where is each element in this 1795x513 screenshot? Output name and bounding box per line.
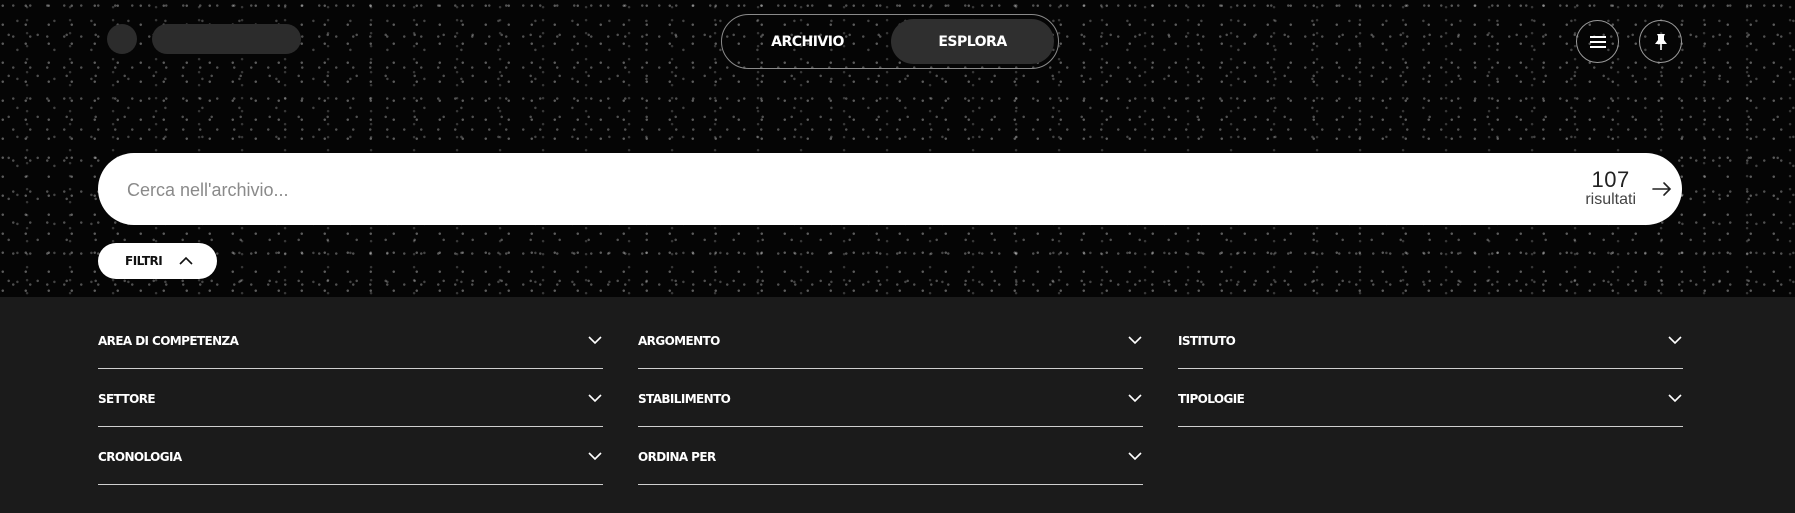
filter-stabilimento[interactable]: STABILIMENTO xyxy=(638,383,1143,427)
filter-cronologia[interactable]: CRONOLOGIA xyxy=(98,441,603,485)
filter-label: ISTITUTO xyxy=(1178,334,1236,348)
filter-tipologie[interactable]: TIPOLOGIE xyxy=(1178,383,1683,427)
filter-label: STABILIMENTO xyxy=(638,392,731,406)
filter-argomento[interactable]: ARGOMENTO xyxy=(638,325,1143,369)
filter-settore[interactable]: SETTORE xyxy=(98,383,603,427)
arrow-right-icon[interactable] xyxy=(1650,177,1674,201)
chevron-up-icon xyxy=(179,256,193,265)
filters-toggle-label: FILTRI xyxy=(125,254,163,268)
tab-archivio[interactable]: ARCHIVIO xyxy=(726,19,889,64)
chevron-down-icon xyxy=(588,452,602,461)
filter-label: SETTORE xyxy=(98,392,156,406)
filter-label: AREA DI COMPETENZA xyxy=(98,334,239,348)
result-count-number: 107 xyxy=(1591,167,1630,192)
logo-placeholder-circle xyxy=(107,24,137,54)
search-input[interactable] xyxy=(125,169,1569,211)
filter-istituto[interactable]: ISTITUTO xyxy=(1178,325,1683,369)
logo-placeholder-bar xyxy=(152,24,301,54)
chevron-down-icon xyxy=(588,394,602,403)
section-switcher: ARCHIVIO ESPLORA xyxy=(721,14,1059,69)
pin-icon xyxy=(1654,33,1667,50)
chevron-down-icon xyxy=(1128,452,1142,461)
chevron-down-icon xyxy=(588,336,602,345)
filter-label: CRONOLOGIA xyxy=(98,450,182,464)
filter-label: TIPOLOGIE xyxy=(1178,392,1245,406)
filter-label: ARGOMENTO xyxy=(638,334,720,348)
tab-esplora[interactable]: ESPLORA xyxy=(891,19,1054,64)
filters-toggle-button[interactable]: FILTRI xyxy=(98,243,217,279)
menu-button[interactable] xyxy=(1576,20,1619,63)
chevron-down-icon xyxy=(1668,336,1682,345)
pin-button[interactable] xyxy=(1639,20,1682,63)
filter-ordina-per[interactable]: ORDINA PER xyxy=(638,441,1143,485)
chevron-down-icon xyxy=(1668,394,1682,403)
chevron-down-icon xyxy=(1128,394,1142,403)
chevron-down-icon xyxy=(1128,336,1142,345)
hero-background: ARCHIVIO ESPLORA 107 risultati FILTRI xyxy=(0,0,1795,297)
search-bar: 107 risultati xyxy=(98,153,1682,225)
filter-label: ORDINA PER xyxy=(638,450,716,464)
filter-area-di-competenza[interactable]: AREA DI COMPETENZA xyxy=(98,325,603,369)
result-count-label: risultati xyxy=(1585,191,1636,208)
hamburger-menu-icon xyxy=(1589,35,1606,48)
result-count: 107 risultati xyxy=(1585,169,1636,209)
